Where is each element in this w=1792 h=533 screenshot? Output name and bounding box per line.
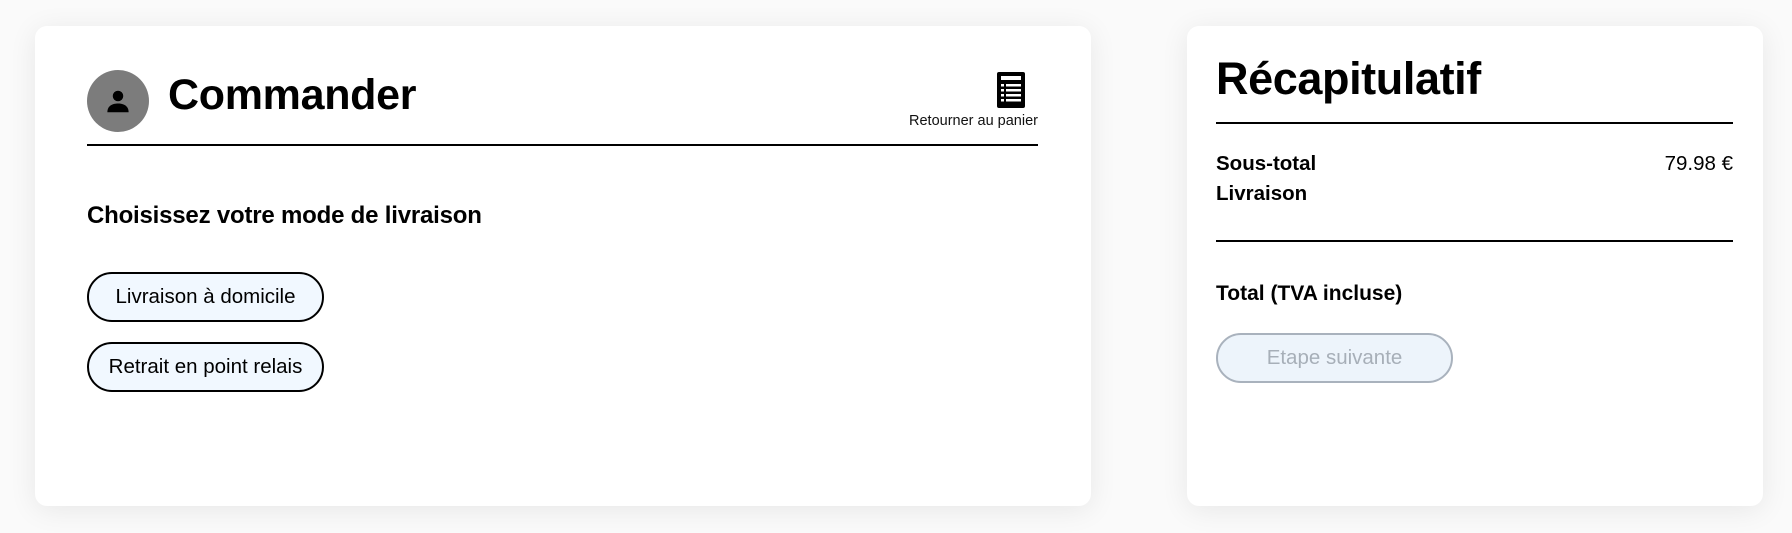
summary-title: Récapitulatif [1216,53,1481,104]
home-delivery-button[interactable]: Livraison à domicile [87,272,324,322]
next-step-button[interactable]: Etape suivante [1216,333,1453,383]
subtotal-label: Sous-total [1216,152,1317,175]
page-title: Commander [168,71,417,119]
shipping-label: Livraison [1216,182,1308,205]
avatar [87,70,149,132]
receipt-list-icon [997,72,1025,108]
user-icon [107,90,129,113]
relay-point-button[interactable]: Retrait en point relais [87,342,324,392]
checkout-page: Commander Retourner au panier Choisissez… [0,0,1792,533]
delivery-mode-heading: Choisissez votre mode de livraison [87,202,482,229]
total-label: Total (TVA incluse) [1216,282,1403,305]
back-to-cart-link[interactable]: Retourner au panier [909,72,1038,130]
summary-divider [1216,122,1733,124]
checkout-card: Commander Retourner au panier Choisissez… [35,26,1091,506]
summary-divider [1216,240,1733,242]
subtotal-value: 79.98 € [1664,152,1733,175]
summary-card: Récapitulatif Sous-total 79.98 € Livrais… [1187,26,1763,506]
back-to-cart-label: Retourner au panier [909,113,1038,129]
checkout-header: Commander Retourner au panier [87,46,1038,146]
